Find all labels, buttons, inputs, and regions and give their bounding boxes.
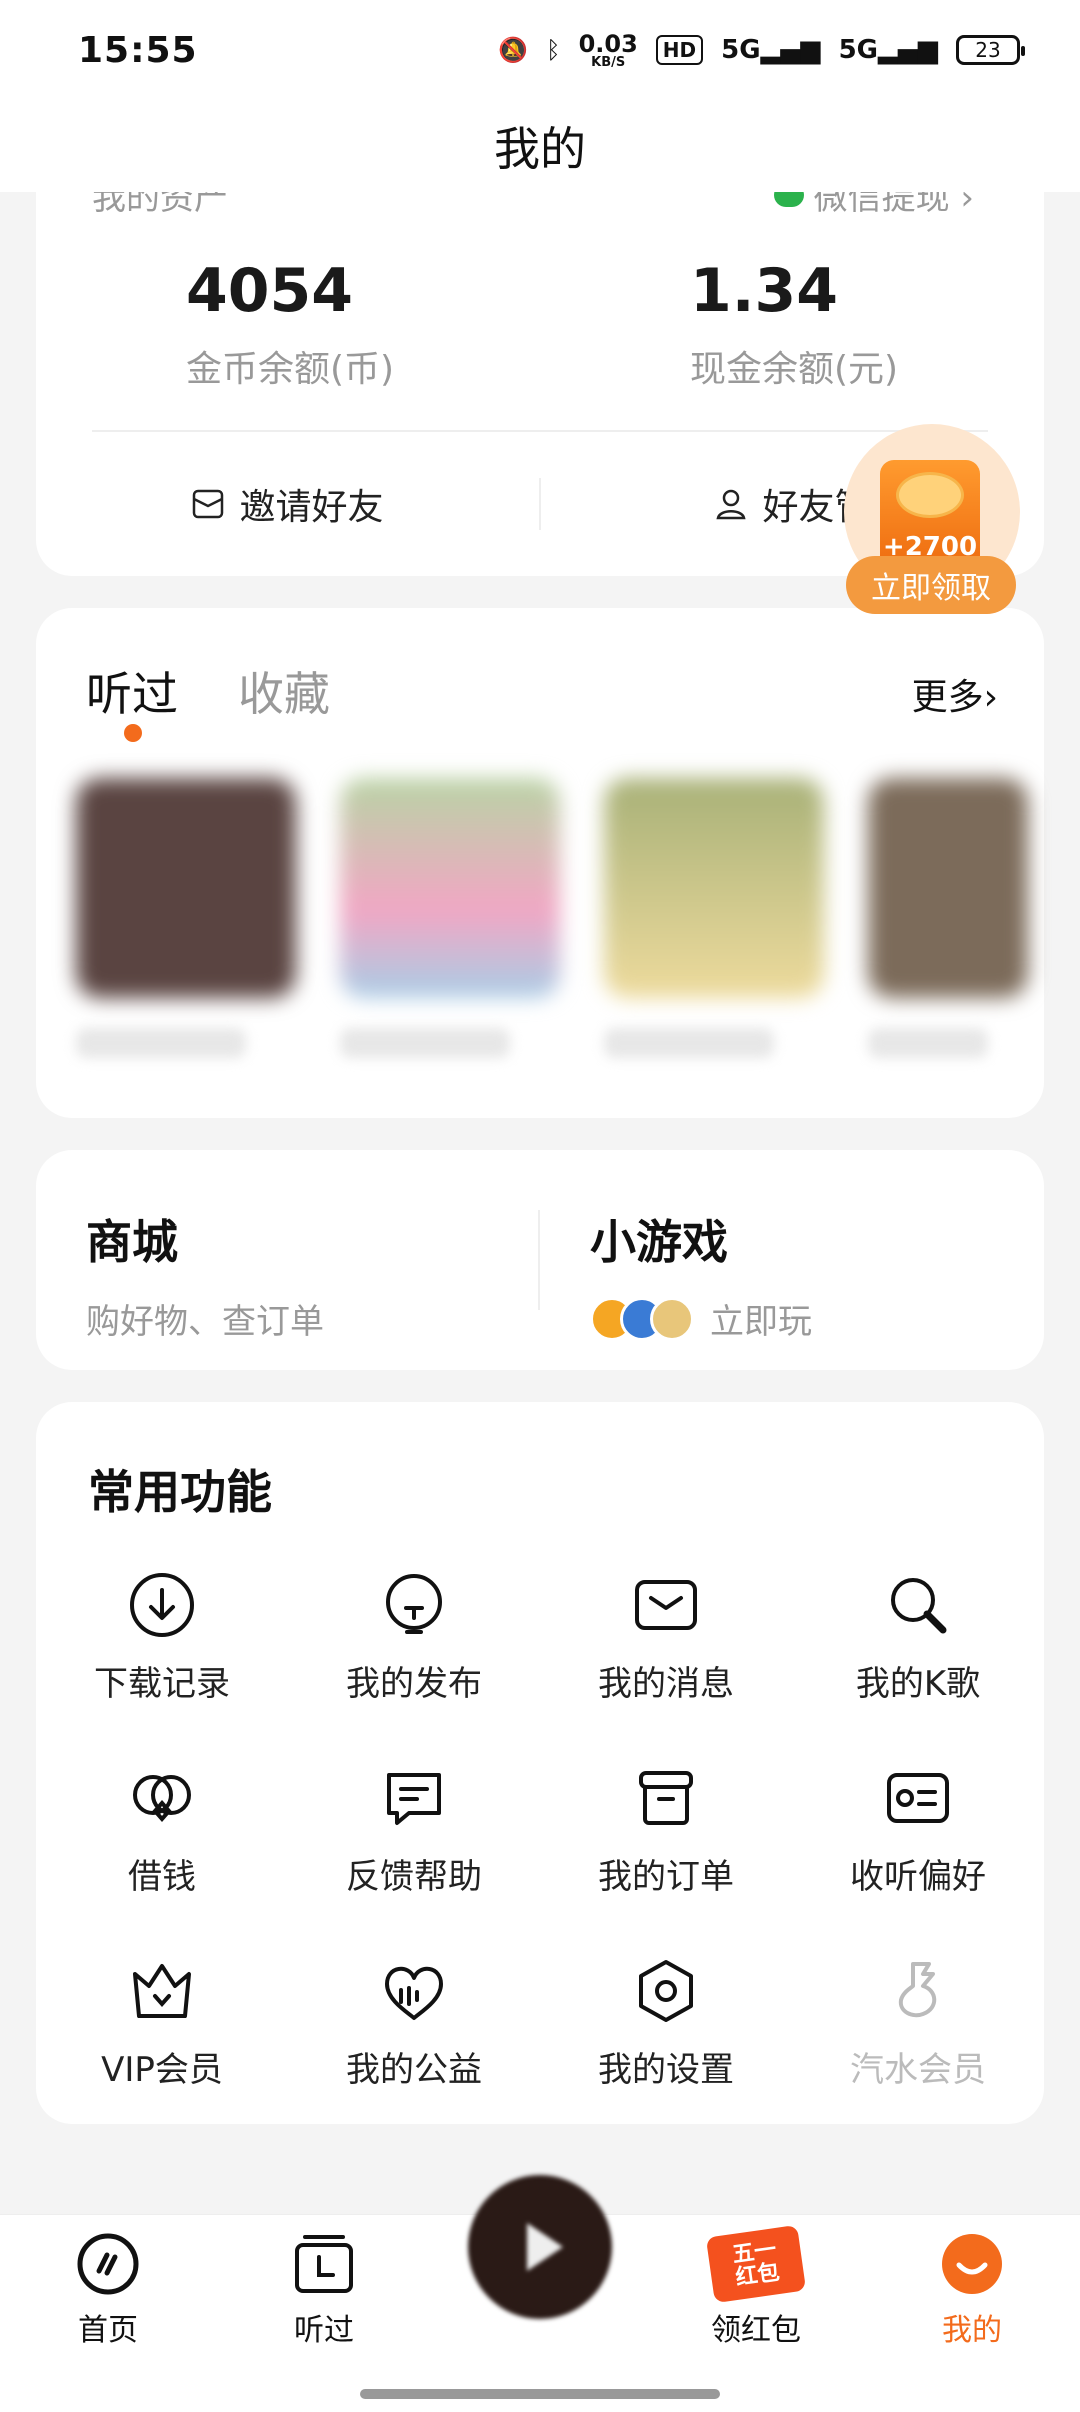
- loan-icon: [133, 1775, 191, 1823]
- order-icon: [639, 1771, 693, 1825]
- list-item[interactable]: [604, 778, 824, 1058]
- loan-button[interactable]: 借钱: [36, 1763, 288, 1898]
- feedback-help-button[interactable]: 反馈帮助: [288, 1763, 540, 1898]
- mini-games-entry[interactable]: 小游戏 立即玩: [590, 1206, 812, 1343]
- coin-balance[interactable]: 4054 金币余额(币): [186, 256, 394, 392]
- active-tab-indicator: [124, 724, 142, 742]
- invite-friends-button[interactable]: 邀请好友: [36, 478, 539, 530]
- my-publish-button[interactable]: 我的发布: [288, 1570, 540, 1705]
- coin-icon: [896, 472, 964, 518]
- claim-now-button[interactable]: 立即领取: [846, 556, 1016, 614]
- coin-balance-label: 金币余额(币): [186, 349, 395, 390]
- mall-games-card: 商城 购好物、查订单 小游戏 立即玩: [36, 1150, 1044, 1370]
- feedback-icon: [387, 1773, 441, 1825]
- more-link[interactable]: 更多›: [912, 668, 998, 720]
- list-item[interactable]: [868, 778, 1028, 1058]
- mute-icon: 🔕: [498, 36, 529, 64]
- battery-icon: 23: [956, 35, 1025, 65]
- charity-icon: [385, 1967, 443, 2020]
- listened-card: 听过 收藏 更多›: [36, 608, 1044, 1118]
- bottom-nav: 首页 听过 五一 红包 领红包 我的: [0, 2175, 1080, 2412]
- list-item[interactable]: [76, 778, 296, 1058]
- signal-icon-1: 5G▂▄▆: [721, 35, 821, 65]
- tab-favorites[interactable]: 收藏: [238, 658, 330, 724]
- common-functions-card: 常用功能 下载记录 我的发布 我的消息 我的K歌 借钱 反馈帮助 我的订单 收听…: [36, 1402, 1044, 2124]
- my-orders-button[interactable]: 我的订单: [540, 1763, 792, 1898]
- list-item[interactable]: [340, 778, 560, 1058]
- divider: [538, 1210, 540, 1310]
- cash-balance-value: 1.34: [690, 256, 839, 326]
- cover-image: [76, 778, 296, 998]
- mall-entry[interactable]: 商城 购好物、查订单: [86, 1206, 324, 1343]
- profile-icon: [942, 2234, 1002, 2294]
- cash-balance-label: 现金余额(元): [690, 349, 899, 390]
- message-icon: [635, 1580, 697, 1630]
- games-title: 小游戏: [590, 1215, 728, 1269]
- my-charity-button[interactable]: 我的公益: [288, 1956, 540, 2091]
- cover-image: [340, 778, 560, 998]
- nav-mine[interactable]: 我的: [892, 2231, 1052, 2349]
- status-time: 15:55: [78, 29, 198, 71]
- status-bar: 15:55 🔕 ᛒ 0.03 KB/S HD 5G▂▄▆ 5G▂▄▆ 23: [0, 0, 1080, 100]
- section-title: 常用功能: [88, 1465, 272, 1519]
- listened-tabs: 听过 收藏: [86, 658, 330, 724]
- tab-listened[interactable]: 听过: [86, 658, 178, 724]
- settings-icon: [639, 1960, 693, 2022]
- bluetooth-icon: ᛒ: [546, 36, 561, 64]
- game-avatars: [590, 1296, 694, 1341]
- person-icon: [716, 489, 747, 520]
- download-icon: [130, 1573, 194, 1637]
- soda-icon: [898, 1962, 937, 2018]
- listening-preference-button[interactable]: 收听偏好: [792, 1763, 1044, 1898]
- header: 我的: [0, 100, 1080, 192]
- cover-image: [604, 778, 824, 998]
- envelope-icon: [193, 489, 224, 519]
- cover-image: [868, 778, 1028, 998]
- soda-member-button[interactable]: 汽水会员: [792, 1956, 1044, 2091]
- player-button[interactable]: [468, 2175, 612, 2319]
- history-list: [76, 778, 1028, 1058]
- my-settings-button[interactable]: 我的设置: [540, 1956, 792, 2091]
- red-packet-icon: 五一 红包: [705, 2224, 807, 2304]
- hd-icon: HD: [655, 35, 704, 65]
- publish-icon: [386, 1574, 442, 1634]
- coin-balance-value: 4054: [186, 256, 353, 326]
- home-icon: [77, 2233, 139, 2295]
- nav-red-packet[interactable]: 五一 红包 领红包: [676, 2224, 836, 2349]
- page-title: 我的: [494, 122, 586, 176]
- crown-icon: [133, 1964, 191, 2018]
- download-records-button[interactable]: 下载记录: [36, 1570, 288, 1705]
- mall-title: 商城: [86, 1215, 178, 1269]
- my-karaoke-button[interactable]: 我的K歌: [792, 1570, 1044, 1705]
- network-speed: 0.03 KB/S: [578, 29, 638, 70]
- games-subtitle: 立即玩: [590, 1294, 812, 1343]
- cash-balance[interactable]: 1.34 现金余额(元): [690, 256, 898, 392]
- coin-reward-badge[interactable]: +2700 立即领取: [840, 424, 1020, 614]
- karaoke-icon: [891, 1578, 947, 1634]
- preference-icon: [887, 1773, 949, 1823]
- mall-subtitle: 购好物、查订单: [86, 1302, 324, 1342]
- nav-home[interactable]: 首页: [28, 2231, 188, 2349]
- avatar: [650, 1296, 694, 1341]
- function-grid: 下载记录 我的发布 我的消息 我的K歌 借钱 反馈帮助 我的订单 收听偏好 VI…: [36, 1570, 1044, 2091]
- signal-icon-2: 5G▂▄▆: [838, 35, 938, 65]
- history-icon: [295, 2235, 353, 2293]
- play-icon: [527, 2223, 563, 2271]
- my-messages-button[interactable]: 我的消息: [540, 1570, 792, 1705]
- home-indicator[interactable]: [360, 2389, 720, 2399]
- vip-member-button[interactable]: VIP会员: [36, 1956, 288, 2091]
- status-icons: 🔕 ᛒ 0.03 KB/S HD 5G▂▄▆ 5G▂▄▆ 23: [498, 29, 1025, 70]
- nav-history[interactable]: 听过: [244, 2231, 404, 2349]
